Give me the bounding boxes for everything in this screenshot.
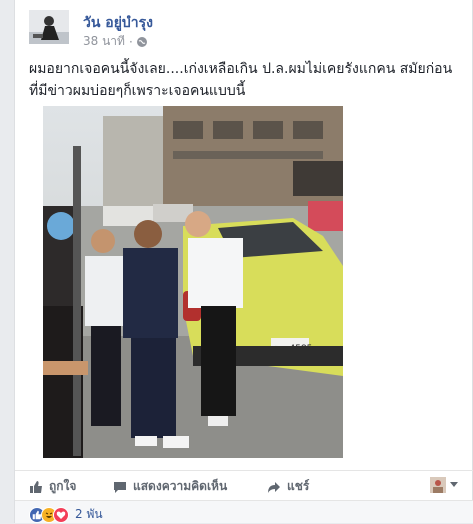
post-timestamp[interactable]: 38 นาที [83,32,125,51]
globe-icon [136,36,147,47]
avatar[interactable] [29,10,69,44]
reactions-summary[interactable]: 2 พัน [15,500,473,523]
share-label: แชร์ [287,479,310,493]
post-text: ผมอยากเจอคนนี้จังเลย....เก่งเหลือเกิน ป.… [29,61,453,99]
author-name[interactable]: วัน อยู่บำรุง [83,12,153,34]
comment-button[interactable]: แสดงความคิดเห็น [113,477,227,496]
post-meta: 38 นาที · [83,32,147,51]
share-button[interactable]: แชร์ [267,477,309,496]
like-button[interactable]: ถูกใจ [29,477,76,496]
love-icon [53,506,69,523]
comment-icon [114,481,126,493]
comment-label: แสดงความคิดเห็น [133,479,228,493]
post-actions-bar: ถูกใจ แสดงความคิดเห็น แชร์ [15,470,473,500]
meta-separator: · [128,34,133,49]
post-header: วัน อยู่บำรุง 38 นาที · [29,10,449,50]
chevron-down-icon [450,482,458,487]
post-as-selector[interactable] [430,477,458,493]
post-card: วัน อยู่บำรุง 38 นาที · ผมอยากเจอคนนี้จั… [14,0,473,523]
profile-thumb-icon [430,477,446,493]
share-icon [268,481,280,493]
post-photo[interactable]: ฆษ 4585 [43,106,343,458]
like-label: ถูกใจ [49,479,77,493]
thumbs-up-icon [30,480,42,493]
reaction-count[interactable]: 2 พัน [75,505,103,524]
